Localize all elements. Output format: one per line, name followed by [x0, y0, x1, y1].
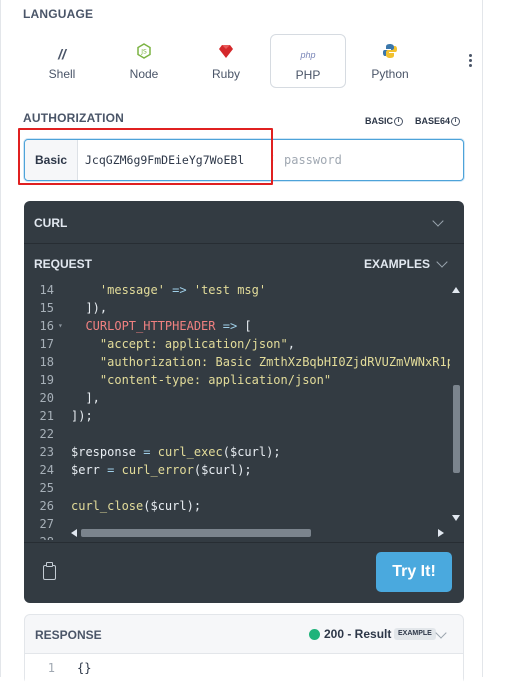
code-text: "content-type: application/json": [99, 373, 332, 387]
shell-icon: //: [58, 46, 66, 62]
code-line: 19 "content-type: application/json": [24, 371, 450, 389]
status-indicator: [309, 629, 320, 640]
tab-label: Node: [129, 67, 159, 81]
tab-ruby[interactable]: Ruby: [188, 34, 264, 88]
line-number: 19: [39, 373, 54, 387]
code-line: 23 $response = curl_exec($curl);: [24, 443, 450, 461]
line-number: 24: [39, 463, 54, 477]
code-text: curl_close($curl);: [71, 499, 202, 513]
username-input[interactable]: [85, 148, 270, 172]
line-number: 15: [39, 301, 54, 315]
credential-separator: :: [271, 152, 275, 164]
line-number: 28: [24, 533, 54, 540]
password-input[interactable]: [284, 148, 454, 172]
auth-scheme-label: Basic: [25, 140, 78, 180]
code-text: ],: [71, 391, 100, 405]
line-number: 18: [39, 355, 54, 369]
tab-php[interactable]: php PHP: [270, 34, 346, 88]
code-line: 21]);: [24, 407, 450, 425]
divider: [24, 243, 464, 244]
code-language-header[interactable]: CURL: [34, 216, 67, 230]
code-line: 20 ],: [24, 389, 450, 407]
vertical-scrollbar[interactable]: [450, 285, 462, 523]
horizontal-scrollbar-thumb[interactable]: [81, 529, 311, 537]
scrollbar-thumb[interactable]: [453, 385, 460, 473]
examples-dropdown[interactable]: EXAMPLES: [364, 257, 430, 271]
code-editor[interactable]: 14 'message' => 'test msg' 15 ]), 16 ▾ CURL…: [24, 281, 450, 540]
code-text: CURLOPT_HTTPHEADER => [: [85, 319, 252, 333]
info-icon[interactable]: i: [394, 117, 404, 127]
code-text: $err = curl_error($curl);: [71, 463, 252, 477]
code-line: 17 "accept: application/json",: [24, 335, 450, 353]
line-number: 23: [39, 445, 54, 459]
code-line: 15 ]),: [24, 299, 450, 317]
line-number: 1: [47, 661, 55, 675]
tab-label: PHP: [295, 68, 321, 82]
response-card: RESPONSE 200 - Result EXAMPLE 1 {}: [24, 614, 464, 684]
code-text: "accept: application/json",: [99, 337, 295, 351]
code-text: $response = curl_exec($curl);: [71, 445, 281, 459]
tab-shell[interactable]: // Shell: [24, 34, 100, 88]
line-number: 16: [39, 319, 54, 333]
status-text[interactable]: 200 - Result: [324, 627, 391, 641]
line-number: 27: [39, 517, 54, 531]
code-line: 25: [24, 479, 450, 497]
code-line: 22: [24, 425, 450, 443]
request-label: REQUEST: [34, 257, 93, 271]
authorization-field: Basic :: [24, 139, 464, 181]
code-line: 24 $err = curl_error($curl);: [24, 461, 450, 479]
auth-type-label: BASIC: [365, 116, 394, 126]
tab-node[interactable]: JS Node: [106, 34, 182, 88]
line-number: 25: [39, 481, 54, 495]
node-icon: JS: [106, 43, 182, 65]
auth-type-label: BASE64: [415, 116, 451, 126]
scroll-left-icon[interactable]: [71, 529, 77, 537]
try-it-button[interactable]: Try It!: [376, 552, 452, 592]
language-section-label: LANGUAGE: [23, 7, 94, 21]
line-number: 14: [39, 283, 54, 297]
scroll-right-icon[interactable]: [438, 529, 444, 537]
code-text: 'message' => 'test msg': [99, 283, 267, 297]
authorization-section-label: AUTHORIZATION: [23, 111, 125, 125]
code-text: "authorization: Basic ZmthXzBqbHI0ZjdRVU…: [99, 355, 450, 369]
auth-type-base64[interactable]: BASE64 i: [415, 116, 461, 127]
divider: [24, 542, 464, 543]
chevron-down-icon[interactable]: [436, 256, 448, 268]
language-tabs: // Shell JS Node Ruby php PHP Python: [23, 34, 475, 90]
info-icon[interactable]: i: [451, 117, 461, 127]
tab-label: Python: [371, 67, 409, 81]
line-number: 21: [39, 409, 54, 423]
auth-type-basic[interactable]: BASIC i: [365, 116, 404, 127]
line-number: 17: [39, 337, 54, 351]
chevron-down-icon[interactable]: [432, 215, 444, 227]
tab-label: Shell: [48, 67, 76, 81]
fold-toggle-icon[interactable]: ▾: [58, 317, 63, 335]
response-body: 1 {}: [25, 653, 463, 684]
response-json: {}: [77, 661, 92, 675]
line-number: 26: [39, 499, 54, 513]
code-line: 26 curl_close($curl);: [24, 497, 450, 515]
code-line: 14 'message' => 'test msg': [24, 281, 450, 299]
code-line: 18 "authorization: Basic ZmthXzBqbHI0Zjd…: [24, 353, 450, 371]
more-languages-icon[interactable]: [463, 52, 477, 72]
ruby-icon: [188, 43, 264, 65]
code-text: ]),: [71, 301, 108, 315]
svg-text:JS: JS: [140, 49, 147, 56]
line-number: 22: [39, 427, 54, 441]
code-line: 16 ▾ CURLOPT_HTTPHEADER => [: [24, 317, 450, 335]
api-explorer-panel: LANGUAGE // Shell JS Node Ruby php PHP P…: [0, 0, 483, 684]
python-icon: [352, 43, 428, 65]
tab-label: Ruby: [211, 67, 240, 81]
example-badge: EXAMPLE: [394, 628, 436, 640]
code-sample-card: CURL REQUEST EXAMPLES 14 'message' => 't…: [24, 201, 464, 603]
response-title: RESPONSE: [35, 628, 102, 642]
code-text: ]);: [71, 409, 93, 423]
tab-python[interactable]: Python: [352, 34, 428, 88]
php-icon: php: [300, 50, 316, 60]
line-number: 20: [39, 391, 54, 405]
chevron-down-icon[interactable]: [435, 627, 447, 639]
copy-icon[interactable]: [43, 562, 56, 580]
